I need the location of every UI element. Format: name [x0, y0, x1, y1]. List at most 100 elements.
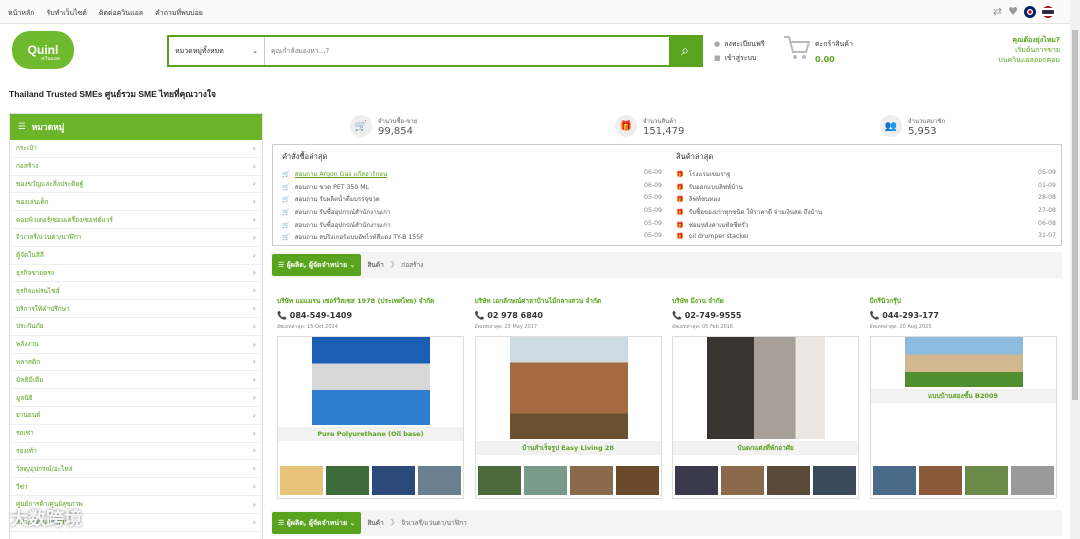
supplier-name[interactable]: บริษัท แมแมรน เซอร์วิสเซส 1978 (ประเทศไท…: [277, 296, 464, 306]
list-item[interactable]: 🎁 ลิฟท์ชนทอง 28-08: [676, 194, 1056, 207]
sidebar-item[interactable]: วัสดุ/อุปกรณ์/อะไหล่ ›: [10, 460, 262, 479]
product-title[interactable]: บ้านสำเร็จรูป Easy Living 28: [475, 441, 661, 455]
supplier-name[interactable]: บีกรีนิวกรุ๊ป: [870, 296, 1057, 306]
product-title[interactable]: แบบบ้านสองชั้น B2009: [870, 389, 1056, 403]
sidebar-item[interactable]: รองเท้า ›: [10, 443, 262, 461]
product-thumbnail[interactable]: [523, 466, 567, 495]
list-item[interactable]: 🛒 สอบถาม รับผลิตน้ำดื่มบรรจุขวด 05-09: [282, 194, 662, 207]
list-icon: ☰: [278, 519, 287, 527]
breadcrumb-products[interactable]: สินค้า: [367, 518, 383, 528]
product-thumbnail[interactable]: [326, 466, 369, 495]
supplier-name[interactable]: บริษัท มีงาน จำกัด: [672, 296, 859, 306]
product-thumbnail[interactable]: [615, 466, 659, 495]
cart-icon[interactable]: [782, 33, 812, 63]
cart-summary[interactable]: ตะกร้าสินค้า 0.00: [815, 37, 853, 68]
nav-contact[interactable]: ติดต่อควินแอล: [99, 8, 143, 19]
login-link[interactable]: ■ เข้าสู่ระบบ: [714, 51, 769, 65]
list-item-text: สอบถาม รับซื้ออุปกรณ์สำนักงานเก่า: [294, 221, 391, 229]
list-item[interactable]: 🎁 โรงแรมเขมราฐ 05-09: [676, 169, 1056, 182]
category-select[interactable]: หมวดหมู่ทั้งหมด ⌄: [169, 37, 265, 65]
product-thumbnail[interactable]: [767, 466, 810, 495]
nav-faq[interactable]: คำถามที่พบบ่อย: [155, 8, 203, 19]
sidebar-item-label: ตู้จัดในสิลี: [16, 251, 44, 260]
product-title[interactable]: บันตกแต่งที่พักอาศัย: [673, 441, 858, 455]
chevron-right-icon: ›: [252, 286, 256, 296]
sidebar-item[interactable]: ก่อสร้าง ›: [10, 158, 262, 176]
chevron-down-icon: ⌄: [349, 519, 356, 527]
list-item[interactable]: 🛒 สอบถาม ขวด PET 350 ML 06-09: [282, 182, 662, 195]
list-item[interactable]: 🛒 สอบถาม Argon Gas แก๊สอาร์กอน 06-09: [282, 169, 662, 182]
sidebar-item[interactable]: จิวเวลรี่/แว่นตา/นาฬิกา ›: [10, 229, 262, 247]
product-thumbnail[interactable]: [675, 466, 718, 495]
breadcrumb-products[interactable]: สินค้า: [367, 260, 383, 270]
product-image[interactable]: [707, 337, 825, 439]
search-button[interactable]: ⌕: [669, 37, 701, 65]
product-thumbnail[interactable]: [280, 466, 323, 495]
chevron-right-icon: ›: [252, 143, 256, 153]
list-item[interactable]: 🛒 สอบถาม สปริงเกอร์แบบอัพไรท์สีแดง TY-B 1…: [282, 232, 662, 245]
breadcrumb: สินค้า ❯ จิวเวลรี่/แว่นตา/นาฬิกา: [367, 518, 467, 528]
scrollbar[interactable]: [1070, 0, 1080, 539]
sidebar-item[interactable]: วีซ่า ›: [10, 478, 262, 496]
list-item[interactable]: 🛒 สอบถาม รับซื้ออุปกรณ์สำนักงานเก่า 05-09: [282, 207, 662, 220]
sidebar-item[interactable]: ของเล่นเด็ก ›: [10, 193, 262, 212]
sidebar-item[interactable]: กระเป๋า ›: [10, 140, 262, 158]
sidebar-item[interactable]: บริการให้คำปรึกษา ›: [10, 300, 262, 318]
product-thumbnail[interactable]: [477, 466, 521, 495]
product-thumbnail[interactable]: [872, 466, 916, 495]
search-input[interactable]: [265, 37, 669, 65]
product-thumbnail[interactable]: [721, 466, 764, 495]
sidebar-item[interactable]: พลังงาน ›: [10, 336, 262, 354]
sidebar-item[interactable]: มัลติมีเดีย ›: [10, 371, 262, 390]
sidebar-item[interactable]: ตู้จัดในสิลี ›: [10, 247, 262, 265]
sidebar-item[interactable]: ประกันภัย ›: [10, 318, 262, 336]
supplier-updated: อัพเดทล่าสุด: 23 May 2017: [474, 324, 538, 330]
sidebar-item[interactable]: พลาสติก ›: [10, 354, 262, 372]
logo[interactable]: Quinl ควินแอล: [12, 31, 74, 69]
supplier-name[interactable]: บริษัท เอกลักษณ์ศาลาบ้านไม้กลางสวน จำกัด: [475, 296, 662, 306]
sidebar-item[interactable]: รถเช่า ›: [10, 425, 262, 443]
nav-web-service[interactable]: รับทำเว็บไซต์: [46, 8, 86, 19]
list-item[interactable]: 🎁 ซ่อมหลังคาเมทัลชีทรั่ว 06-08: [676, 220, 1056, 233]
product-thumbnail[interactable]: [1010, 466, 1054, 495]
product-thumbnail[interactable]: [964, 466, 1008, 495]
suppliers-dropdown-button[interactable]: ☰ ผู้ผลิต, ผู้จัดจำหน่าย ⌄: [272, 512, 362, 534]
product-thumbnail[interactable]: [918, 466, 962, 495]
product-title[interactable]: Pure Polyurethane (Oil base): [278, 427, 463, 441]
heart-icon[interactable]: ♥: [1008, 5, 1018, 18]
scrollbar-thumb[interactable]: [1072, 30, 1078, 400]
thai-flag-icon[interactable]: [1042, 5, 1054, 18]
supplier-card: บีกรีนิวกรุ๊ป 📞 044-293-177 อัพเดทล่าสุด: …: [869, 296, 1057, 499]
list-item-text: สอบถาม ขวด PET 350 ML: [294, 183, 370, 191]
suppliers-dropdown-button[interactable]: ☰ ผู้ผลิต, ผู้จัดจำหน่าย ⌄: [272, 254, 362, 276]
chevron-right-icon: ›: [252, 446, 256, 456]
list-item[interactable]: 🛒 สอบถาม รับซื้ออุปกรณ์สำนักงานเก่า 05-09: [282, 220, 662, 233]
sidebar-item[interactable]: ของขวัญและสิ่งประดิษฐ์ ›: [10, 176, 262, 194]
sidebar-item[interactable]: คอมพิวเตอร์/ซ่อมเครื่อง/ซอฟต์แวร์ ›: [10, 211, 262, 229]
gift-icon: 🎁: [676, 221, 684, 229]
register-link[interactable]: ● ลงทะเบียนฟรี: [714, 37, 769, 51]
product-thumbnail[interactable]: [569, 466, 613, 495]
list-item-date: 05-09: [644, 194, 662, 202]
list-item[interactable]: 🎁 รับออกแบบลิฟท์บ้าน 01-09: [676, 182, 1056, 195]
list-item[interactable]: 🎁 รับซื้อของเก่าทุกชนิด ให้ราคาดี จ่ายเงิ…: [676, 207, 1056, 220]
sidebar-item[interactable]: ธุรกิจขายตรง ›: [10, 265, 262, 283]
seller-help[interactable]: คุณต้องยุ่งไหม? เริ่มต้นการขาย บนควินแอลออ…: [998, 35, 1060, 65]
english-flag-icon[interactable]: [1024, 5, 1036, 18]
product-image[interactable]: [312, 337, 430, 425]
sidebar-item[interactable]: ยานยนต์ ›: [10, 407, 262, 425]
gift-icon: 🎁: [676, 233, 684, 241]
product-thumbnail[interactable]: [372, 466, 415, 495]
product-image[interactable]: [509, 337, 628, 439]
list-item-date: 27-08: [1038, 207, 1056, 215]
product-image[interactable]: [904, 337, 1023, 387]
compare-icon[interactable]: ⇄: [993, 5, 1002, 18]
list-item[interactable]: 🎁 oil drumper stacker 31-07: [676, 232, 1056, 245]
nav-home[interactable]: หน้าหลัก: [8, 8, 34, 19]
chevron-right-icon: ›: [252, 197, 256, 207]
sidebar-item-label: พลังงาน: [16, 340, 39, 349]
sidebar-item[interactable]: มูลนิธิ ›: [10, 389, 262, 407]
sidebar-item[interactable]: ธุรกิจแฟรนไชส์ ›: [10, 282, 262, 301]
product-thumbnail[interactable]: [813, 466, 856, 495]
product-thumbnail[interactable]: [418, 466, 461, 495]
